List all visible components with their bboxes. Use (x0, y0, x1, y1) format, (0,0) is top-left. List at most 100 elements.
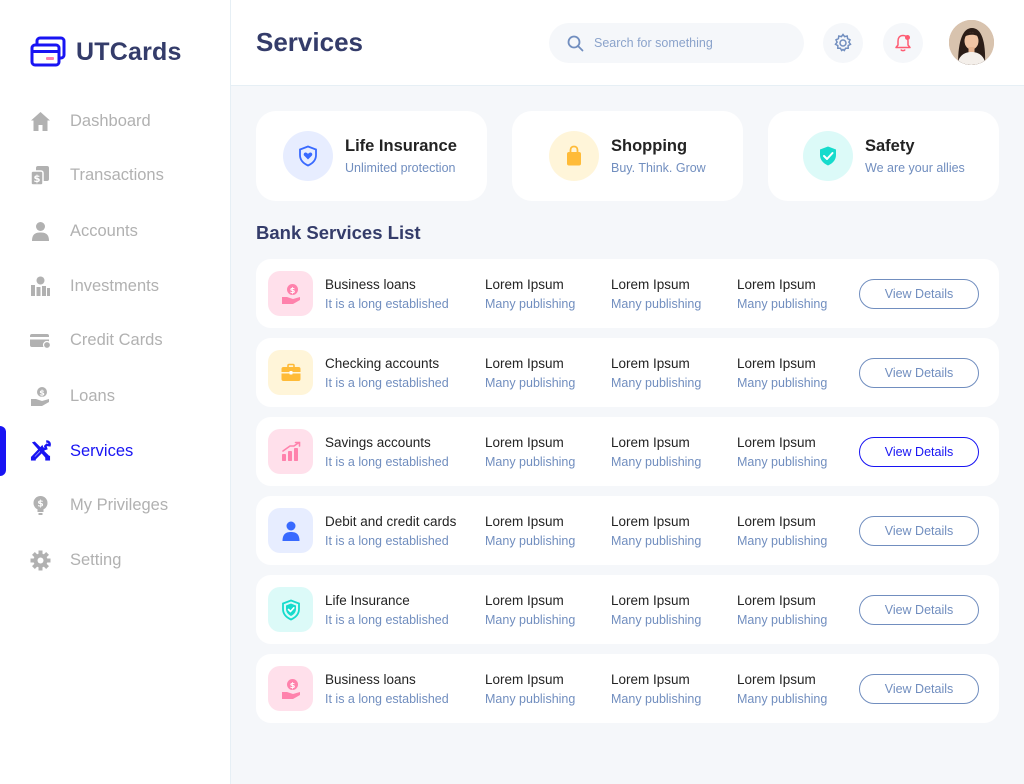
row-title: Checking accounts (325, 356, 440, 371)
row-col-subtitle: Many publishing (485, 613, 576, 627)
cards-logo-icon (30, 36, 66, 67)
sidebar-item-dashboard[interactable]: Dashboard (0, 96, 231, 146)
row-col-subtitle: Many publishing (485, 534, 576, 548)
row-col-subtitle: Many publishing (737, 297, 828, 311)
sidebar-item-accounts[interactable]: Accounts (0, 206, 231, 256)
sidebar-item-label: Setting (70, 550, 122, 569)
row-subtitle: It is a long established (325, 455, 449, 469)
sidebar-item-label: My Privileges (70, 495, 169, 514)
sidebar-item-loans[interactable]: $ Loans (0, 371, 231, 421)
service-card-title: Shopping (611, 137, 688, 155)
service-row-checking-accounts: Checking accounts It is a long establish… (256, 338, 999, 407)
app-logo[interactable]: UTCards (30, 36, 182, 68)
user-icon (282, 521, 299, 541)
sidebar-item-investments[interactable]: Investments (0, 261, 231, 311)
view-details-button[interactable]: View Details (859, 674, 979, 704)
row-col-subtitle: Many publishing (737, 692, 828, 706)
row-col-subtitle: Many publishing (485, 692, 576, 706)
row-col-subtitle: Many publishing (611, 376, 702, 390)
row-col-title: Lorem Ipsum (485, 277, 564, 292)
view-details-button[interactable]: View Details (859, 279, 979, 309)
row-subtitle: It is a long established (325, 376, 449, 390)
service-card-icon-wrap (283, 131, 333, 181)
briefcase-icon (281, 363, 300, 381)
row-title: Business loans (325, 672, 416, 687)
sidebar-item-label: Investments (70, 276, 159, 295)
view-details-button[interactable]: View Details (859, 437, 979, 467)
hand-coin-icon: $ (281, 678, 300, 699)
row-col-title: Lorem Ipsum (737, 593, 816, 608)
service-row-debit-credit-cards: Debit and credit cards It is a long esta… (256, 496, 999, 565)
service-card-life-insurance[interactable]: Life Insurance Unlimited protection (256, 111, 487, 201)
row-col-subtitle: Many publishing (611, 613, 702, 627)
row-col-subtitle: Many publishing (737, 534, 828, 548)
app-name: UTCards (76, 37, 182, 66)
row-icon-wrap (268, 587, 313, 632)
user-avatar[interactable] (949, 20, 994, 65)
row-col-title: Lorem Ipsum (611, 514, 690, 529)
settings-button[interactable] (823, 23, 863, 63)
row-col-subtitle: Many publishing (485, 455, 576, 469)
transfer-icon: $ (30, 165, 51, 186)
row-title: Life Insurance (325, 593, 410, 608)
top-header: Services (231, 0, 1024, 86)
lightbulb-dollar-icon: $ (30, 495, 51, 516)
user-icon (30, 221, 51, 242)
svg-text:$: $ (39, 388, 45, 397)
sidebar-item-transactions[interactable]: $ Transactions (0, 150, 231, 200)
row-subtitle: It is a long established (325, 297, 449, 311)
row-icon-wrap (268, 508, 313, 553)
row-title: Debit and credit cards (325, 514, 457, 529)
row-col-title: Lorem Ipsum (485, 356, 564, 371)
row-icon-wrap: $ (268, 666, 313, 711)
shopping-bag-icon (567, 145, 581, 166)
row-col-title: Lorem Ipsum (737, 277, 816, 292)
view-details-button[interactable]: View Details (859, 358, 979, 388)
row-col-subtitle: Many publishing (611, 455, 702, 469)
row-icon-wrap (268, 350, 313, 395)
sidebar-item-label: Services (70, 441, 134, 460)
service-card-subtitle: We are your allies (865, 161, 965, 175)
sidebar-item-label: Transactions (70, 165, 164, 184)
svg-text:$: $ (289, 681, 295, 690)
service-row-business-loans: $ Business loans It is a long establishe… (256, 654, 999, 723)
row-col-title: Lorem Ipsum (737, 435, 816, 450)
sidebar-item-my-privileges[interactable]: $ My Privileges (0, 480, 231, 530)
row-title: Business loans (325, 277, 416, 292)
economic-investment-icon (30, 276, 51, 297)
service-card-shopping[interactable]: Shopping Buy. Think. Grow (512, 111, 743, 201)
row-col-subtitle: Many publishing (737, 376, 828, 390)
sidebar-item-label: Dashboard (70, 111, 151, 130)
row-subtitle: It is a long established (325, 692, 449, 706)
service-card-title: Safety (865, 137, 915, 155)
view-details-button[interactable]: View Details (859, 516, 979, 546)
svg-text:$: $ (289, 286, 295, 295)
service-row-savings-accounts: Savings accounts It is a long establishe… (256, 417, 999, 486)
row-col-title: Lorem Ipsum (611, 277, 690, 292)
service-row-life-insurance: Life Insurance It is a long established … (256, 575, 999, 644)
row-col-title: Lorem Ipsum (611, 672, 690, 687)
sidebar-item-setting[interactable]: Setting (0, 535, 231, 585)
service-card-safety[interactable]: Safety We are your allies (768, 111, 999, 201)
view-details-button[interactable]: View Details (859, 595, 979, 625)
row-icon-wrap (268, 429, 313, 474)
notifications-button[interactable] (883, 23, 923, 63)
service-card-icon-wrap (803, 131, 853, 181)
row-col-title: Lorem Ipsum (485, 514, 564, 529)
sidebar-item-credit-cards[interactable]: Credit Cards (0, 315, 231, 365)
search-bar[interactable] (549, 23, 804, 63)
page-title: Services (256, 27, 363, 57)
shield-heart-icon (299, 145, 317, 167)
gear-icon (834, 33, 852, 52)
sidebar-item-services[interactable]: Services (0, 426, 231, 476)
bar-chart-up-icon (281, 441, 300, 461)
gear-icon (30, 550, 51, 571)
search-icon (567, 35, 584, 51)
row-col-title: Lorem Ipsum (485, 593, 564, 608)
row-col-subtitle: Many publishing (485, 297, 576, 311)
search-input[interactable] (594, 36, 784, 50)
row-col-subtitle: Many publishing (737, 455, 828, 469)
row-col-subtitle: Many publishing (737, 613, 828, 627)
row-col-title: Lorem Ipsum (737, 514, 816, 529)
service-row-business-loans: $ Business loans It is a long establishe… (256, 259, 999, 328)
